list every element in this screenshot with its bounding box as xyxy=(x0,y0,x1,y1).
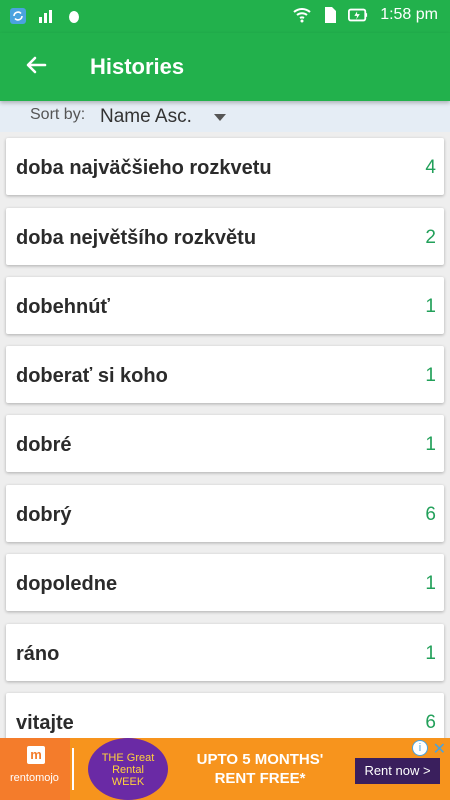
sim-card-icon xyxy=(320,5,340,25)
app-bar: Histories xyxy=(0,33,450,101)
item-word: doberať si koho xyxy=(16,365,168,387)
ad-cta-button[interactable]: Rent now > xyxy=(355,758,440,784)
list-item[interactable]: ráno 1 xyxy=(6,624,444,681)
item-word: dobrý xyxy=(16,504,72,526)
item-count: 1 xyxy=(425,365,436,386)
item-word: doba největšího rozkvětu xyxy=(16,227,257,249)
ad-brand: m rentomojo xyxy=(0,738,70,800)
ad-info-icon[interactable]: i xyxy=(412,740,428,756)
item-count: 4 xyxy=(425,157,436,178)
bug-icon xyxy=(64,6,84,26)
sort-dropdown[interactable]: Name Asc. xyxy=(100,104,226,130)
sort-bar: Sort by: Name Asc. xyxy=(0,101,450,132)
ad-brand-name: rentomojo xyxy=(10,772,59,784)
item-word: doba najväčšieho rozkvetu xyxy=(16,157,272,179)
sort-value: Name Asc. xyxy=(100,106,192,127)
page-title: Histories xyxy=(90,54,185,79)
back-button[interactable] xyxy=(16,47,56,87)
ad-divider xyxy=(72,748,74,790)
sort-label: Sort by: xyxy=(30,106,86,123)
rentomojo-logo-icon: m xyxy=(27,746,45,764)
item-count: 1 xyxy=(425,434,436,455)
arrow-back-icon xyxy=(25,54,47,81)
status-time: 1:58 pm xyxy=(380,6,438,23)
chart-icon xyxy=(36,6,56,26)
list-item[interactable]: dobrý 6 xyxy=(6,485,444,542)
battery-charging-icon xyxy=(348,5,368,25)
ad-badge-text: THE Great Rental WEEK xyxy=(101,752,155,788)
item-word: vitajte xyxy=(16,712,74,734)
ad-close-icon[interactable]: ✕ xyxy=(433,739,446,759)
list-item[interactable]: dobré 1 xyxy=(6,415,444,472)
dropdown-arrow-icon xyxy=(213,113,226,121)
item-count: 6 xyxy=(425,712,436,733)
wifi-icon xyxy=(292,5,312,25)
item-word: dobré xyxy=(16,434,72,456)
list-item[interactable]: doba největšího rozkvětu 2 xyxy=(6,208,444,265)
item-count: 1 xyxy=(425,573,436,594)
ad-banner[interactable]: m rentomojo THE Great Rental WEEK UPTO 5… xyxy=(0,738,450,800)
list-item[interactable]: doberať si koho 1 xyxy=(6,346,444,403)
sync-icon xyxy=(8,6,28,26)
ad-headline-2: RENT FREE* xyxy=(214,770,306,787)
list-item[interactable]: dopoledne 1 xyxy=(6,554,444,611)
item-count: 2 xyxy=(425,227,436,248)
item-word: dobehnúť xyxy=(16,296,111,318)
status-bar: 1:58 pm xyxy=(0,0,450,33)
item-word: ráno xyxy=(16,643,60,665)
item-word: dopoledne xyxy=(16,573,118,595)
item-count: 1 xyxy=(425,643,436,664)
item-count: 1 xyxy=(425,296,436,317)
history-list: doba najväčšieho rozkvetu 4 doba největš… xyxy=(0,132,450,752)
ad-headline-1: UPTO 5 MONTHS' xyxy=(196,751,324,768)
item-count: 6 xyxy=(425,504,436,525)
list-item[interactable]: doba najväčšieho rozkvetu 4 xyxy=(6,138,444,195)
list-item[interactable]: dobehnúť 1 xyxy=(6,277,444,334)
